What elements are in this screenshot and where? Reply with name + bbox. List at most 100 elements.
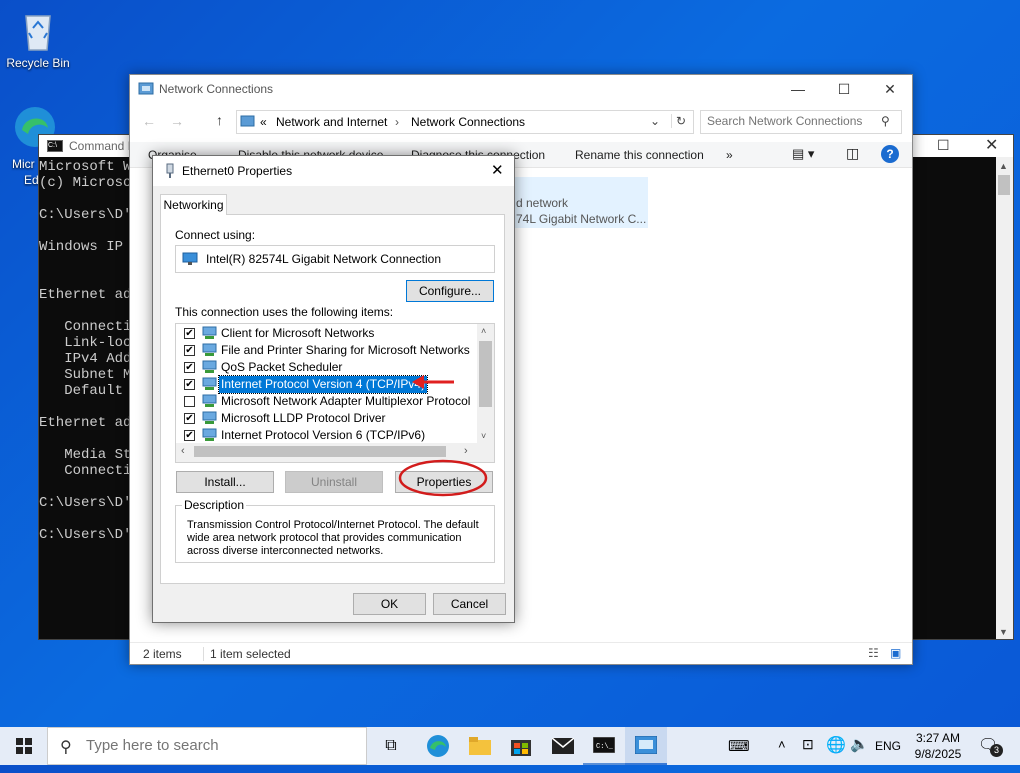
breadcrumb-network-internet[interactable]: Network and Internet bbox=[276, 115, 387, 129]
items-label: This connection uses the following items… bbox=[175, 305, 394, 319]
component-checkbox[interactable]: ✔ bbox=[184, 413, 195, 424]
ok-button[interactable]: OK bbox=[353, 593, 426, 615]
cmd-icon: C:\ bbox=[47, 140, 63, 152]
component-checkbox[interactable]: ✔ bbox=[184, 328, 195, 339]
clock-date: 9/8/2025 bbox=[914, 747, 962, 761]
address-network-icon bbox=[240, 115, 255, 127]
explorer-minimize-button[interactable]: — bbox=[775, 75, 821, 103]
component-checkbox[interactable]: ✔ bbox=[184, 345, 195, 356]
network-connections-taskbar-button[interactable] bbox=[625, 727, 667, 765]
preview-pane-icon[interactable]: ◫ bbox=[846, 145, 859, 162]
ethernet-icon bbox=[166, 163, 174, 178]
breadcrumb-separator-icon: › bbox=[395, 115, 399, 129]
component-label: Microsoft Network Adapter Multiplexor Pr… bbox=[221, 394, 471, 408]
component-item[interactable]: ✔ Microsoft LLDP Protocol Driver bbox=[176, 410, 476, 427]
taskbar-search-box[interactable]: ⚲ bbox=[47, 727, 367, 765]
keyboard-icon[interactable]: ⌨ bbox=[728, 737, 750, 755]
list-vertical-scrollbar[interactable]: ˄ ˅ bbox=[477, 324, 494, 443]
cmd-scrollbar[interactable]: ▲ ▼ bbox=[996, 157, 1013, 639]
install-button[interactable]: Install... bbox=[176, 471, 274, 493]
list-scroll-thumb[interactable] bbox=[479, 341, 492, 407]
component-checkbox[interactable]: ✔ bbox=[184, 430, 195, 441]
tab-networking[interactable]: Networking bbox=[160, 194, 227, 215]
cmd-taskbar-button[interactable]: C:\_ bbox=[583, 727, 625, 765]
component-checkbox[interactable]: ✔ bbox=[184, 379, 195, 390]
ethernet-properties-dialog[interactable]: Ethernet0 Properties ✕ Networking Connec… bbox=[152, 155, 515, 623]
cmd-output: Microsoft W (c) Microso C:\Users\D' Wind… bbox=[39, 159, 140, 543]
help-icon[interactable]: ? bbox=[881, 145, 899, 163]
component-item[interactable]: ✔ Client for Microsoft Networks bbox=[176, 325, 476, 342]
component-icon bbox=[202, 377, 217, 391]
component-item[interactable]: Microsoft Network Adapter Multiplexor Pr… bbox=[176, 393, 476, 410]
address-dropdown-icon[interactable]: ⌄ bbox=[650, 114, 660, 128]
clock[interactable]: 3:27 AM 9/8/2025 bbox=[908, 730, 968, 762]
adapter-name: Intel(R) 82574L Gigabit Network Connecti… bbox=[206, 252, 442, 266]
search-input[interactable] bbox=[707, 114, 877, 128]
status-bar: 2 items 1 item selected ☷ ▣ bbox=[130, 642, 912, 664]
refresh-icon[interactable]: ↻ bbox=[671, 114, 686, 128]
component-label: File and Printer Sharing for Microsoft N… bbox=[221, 343, 470, 357]
connect-using-label: Connect using: bbox=[175, 228, 256, 242]
file-explorer-button[interactable] bbox=[459, 727, 501, 765]
adapter-icon bbox=[182, 252, 198, 265]
components-list[interactable]: ✔ Client for Microsoft Networks ✔ File and … bbox=[175, 323, 495, 463]
terminal-icon: C:\_ bbox=[592, 736, 616, 754]
description-group: Description Transmission Control Protoco… bbox=[175, 498, 495, 563]
breadcrumb-prefix: « bbox=[260, 115, 267, 129]
component-item[interactable]: ✔ Internet Protocol Version 6 (TCP/IPv6) bbox=[176, 427, 476, 444]
dialog-title-bar[interactable]: Ethernet0 Properties ✕ bbox=[153, 156, 514, 186]
search-box[interactable]: ⚲ bbox=[700, 110, 902, 134]
adapter-box: Intel(R) 82574L Gigabit Network Connecti… bbox=[175, 245, 495, 273]
details-view-icon[interactable]: ☷ bbox=[868, 646, 879, 660]
network-status-icon[interactable]: 🌐 bbox=[826, 735, 846, 755]
store-button[interactable] bbox=[500, 727, 542, 765]
rename-button[interactable]: Rename this connection bbox=[575, 148, 704, 162]
forward-arrow-icon[interactable]: → bbox=[170, 113, 184, 129]
edge-taskbar-icon bbox=[427, 735, 449, 757]
store-icon bbox=[511, 740, 531, 756]
description-label: Description bbox=[182, 498, 247, 512]
annotation-arrow-icon bbox=[412, 375, 454, 389]
component-label: Internet Protocol Version 4 (TCP/IPv4) bbox=[217, 375, 429, 394]
tab-panel: Connect using: Intel(R) 82574L Gigabit N… bbox=[160, 214, 505, 584]
meet-now-icon[interactable]: ⊡ bbox=[802, 736, 814, 753]
start-button[interactable] bbox=[3, 727, 45, 765]
explorer-title-bar[interactable]: Network Connections — ☐ ✕ bbox=[130, 75, 912, 103]
cancel-button[interactable]: Cancel bbox=[433, 593, 506, 615]
component-checkbox[interactable] bbox=[184, 396, 195, 407]
language-indicator[interactable]: ENG bbox=[875, 739, 901, 753]
change-view-icon[interactable]: ▤ ▾ bbox=[792, 146, 814, 162]
item-count: 2 items bbox=[143, 647, 182, 661]
cmd-title: Command P bbox=[69, 139, 136, 153]
address-bar[interactable]: « Network and Internet › Network Connect… bbox=[236, 110, 694, 134]
cmd-scroll-thumb[interactable] bbox=[998, 175, 1010, 195]
component-checkbox[interactable]: ✔ bbox=[184, 362, 195, 373]
back-arrow-icon[interactable]: ← bbox=[142, 113, 156, 129]
dialog-close-button[interactable]: ✕ bbox=[491, 161, 504, 179]
component-label: Internet Protocol Version 6 (TCP/IPv6) bbox=[221, 428, 426, 442]
task-view-button[interactable]: ⧉ bbox=[370, 727, 412, 765]
connection-name-partial: d network bbox=[516, 196, 569, 210]
more-commands-button[interactable]: » bbox=[726, 148, 733, 162]
up-arrow-icon[interactable]: ↑ bbox=[216, 112, 223, 128]
edge-desktop-icon[interactable]: Micr Ed bbox=[0, 104, 55, 187]
edge-taskbar-button[interactable] bbox=[417, 727, 459, 765]
large-icons-view-icon[interactable]: ▣ bbox=[890, 646, 901, 660]
volume-icon[interactable]: 🔈 bbox=[850, 735, 869, 753]
cmd-close-button[interactable]: ✕ bbox=[985, 135, 998, 155]
explorer-close-button[interactable]: ✕ bbox=[867, 75, 913, 103]
show-hidden-icons[interactable]: ˄ bbox=[778, 737, 786, 752]
notification-center-button[interactable]: 🗨 3 bbox=[978, 735, 1003, 757]
breadcrumb-network-connections[interactable]: Network Connections bbox=[411, 115, 525, 129]
component-item[interactable]: ✔ File and Printer Sharing for Microsoft … bbox=[176, 342, 476, 359]
explorer-maximize-button[interactable]: ☐ bbox=[821, 75, 867, 103]
recycle-bin[interactable]: Recycle Bin bbox=[3, 8, 73, 70]
cmd-maximize-button[interactable]: ☐ bbox=[937, 137, 950, 154]
taskbar-search-input[interactable] bbox=[86, 737, 356, 754]
list-hscroll-thumb[interactable] bbox=[194, 446, 446, 457]
recycle-bin-label: Recycle Bin bbox=[6, 56, 70, 70]
explorer-title: Network Connections bbox=[159, 82, 274, 96]
configure-button[interactable]: Configure... bbox=[406, 280, 494, 302]
network-window-icon bbox=[634, 735, 658, 755]
mail-button[interactable] bbox=[542, 727, 584, 765]
